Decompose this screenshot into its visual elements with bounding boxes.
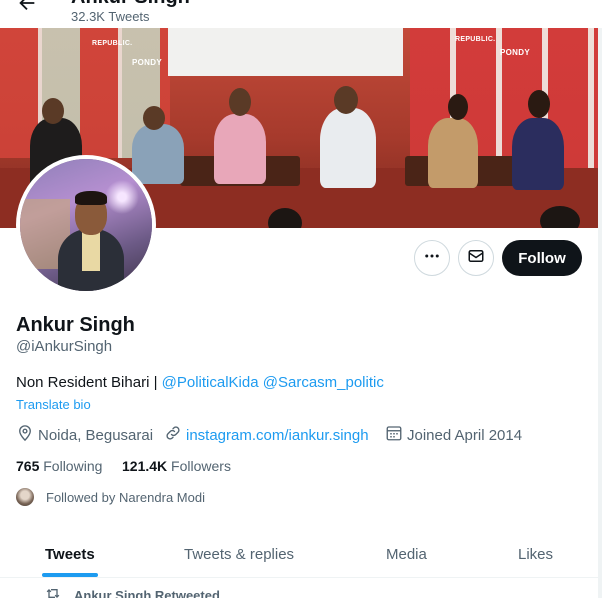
link-icon xyxy=(164,424,186,446)
following-label: Following xyxy=(43,458,103,474)
retweet-indicator: Ankur Singh Retweeted xyxy=(46,586,220,598)
tab-tweets[interactable]: Tweets xyxy=(45,530,95,578)
more-dots-icon xyxy=(423,247,441,270)
location-pin-icon xyxy=(16,424,38,446)
header-title: Ankur Singh xyxy=(71,0,190,9)
banner-sign: REPUBLIC. xyxy=(455,36,496,43)
following-count: 765 xyxy=(16,458,40,474)
location-text: Noida, Begusarai xyxy=(38,426,154,444)
location: Noida, Begusarai xyxy=(16,425,153,445)
tab-likes[interactable]: Likes xyxy=(518,530,553,578)
profile-bio: Non Resident Bihari | @PoliticalKida @Sa… xyxy=(16,374,384,391)
profile-header: Ankur Singh 32.3K Tweets xyxy=(0,0,602,28)
profile-handle: @iAnkurSingh xyxy=(16,338,113,355)
website-link[interactable]: instagram.com/iankur.singh xyxy=(186,427,369,444)
followers-stat[interactable]: 121.4K Followers xyxy=(122,458,231,474)
joined-date: Joined April 2014 xyxy=(385,425,522,445)
more-button[interactable] xyxy=(414,240,450,276)
followed-by[interactable]: Followed by Narendra Modi xyxy=(16,488,205,506)
profile-name: Ankur Singh xyxy=(16,314,135,336)
message-button[interactable] xyxy=(458,240,494,276)
followers-count: 121.4K xyxy=(122,458,168,474)
retweet-icon xyxy=(46,586,74,598)
banner-fest: PONDY xyxy=(500,48,530,57)
calendar-icon xyxy=(385,424,407,446)
bio-mentions[interactable]: @PoliticalKida @Sarcasm_politic xyxy=(162,374,384,391)
translate-bio-link[interactable]: Translate bio xyxy=(16,397,91,412)
website[interactable]: instagram.com/iankur.singh xyxy=(164,425,369,445)
header-tweet-count: 32.3K Tweets xyxy=(71,9,150,24)
tab-tweets-replies[interactable]: Tweets & replies xyxy=(184,530,294,578)
follower-avatar xyxy=(16,488,34,506)
bio-text: Non Resident Bihari | xyxy=(16,374,162,391)
following-stat[interactable]: 765 Following xyxy=(16,458,102,474)
followed-by-text: Followed by Narendra Modi xyxy=(46,489,205,505)
joined-text: Joined April 2014 xyxy=(407,426,523,444)
arrow-left-icon[interactable] xyxy=(16,0,38,14)
follow-button[interactable]: Follow xyxy=(502,240,582,276)
profile-tabs: Tweets Tweets & replies Media Likes xyxy=(0,530,598,578)
banner-sign: REPUBLIC. xyxy=(92,40,133,47)
mail-icon xyxy=(467,247,485,270)
banner-fest: PONDY xyxy=(132,58,162,67)
tab-media[interactable]: Media xyxy=(386,530,427,578)
followers-label: Followers xyxy=(171,458,231,474)
retweet-text: Ankur Singh Retweeted xyxy=(74,588,220,598)
active-tab-indicator xyxy=(42,573,98,577)
profile-avatar[interactable] xyxy=(16,155,156,295)
